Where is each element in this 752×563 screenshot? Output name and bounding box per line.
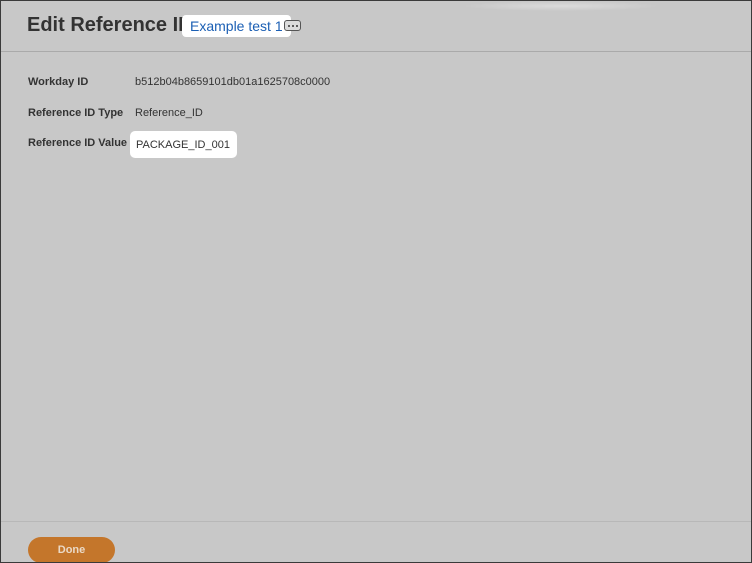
- related-actions-button[interactable]: [284, 20, 301, 31]
- ellipsis-icon: [291, 24, 294, 27]
- reference-id-type-value: Reference_ID: [135, 107, 203, 119]
- edit-reference-id-page: Edit Reference ID Example test 1 Workday…: [0, 0, 752, 563]
- workday-id-label: Workday ID: [28, 76, 89, 88]
- done-button[interactable]: Done: [28, 537, 115, 562]
- page-header: Edit Reference ID Example test 1: [1, 1, 751, 52]
- ellipsis-icon: [287, 24, 290, 27]
- ellipsis-icon: [295, 24, 298, 27]
- workday-id-value: b512b04b8659101db01a1625708c0000: [135, 76, 331, 88]
- page-title: Edit Reference ID: [27, 14, 193, 36]
- reference-id-type-label: Reference ID Type: [28, 107, 124, 119]
- footer-divider: [1, 521, 751, 522]
- object-name-link[interactable]: Example test 1: [182, 15, 291, 37]
- reference-id-value-input[interactable]: [130, 131, 237, 158]
- reference-id-value-label: Reference ID Value: [28, 137, 128, 149]
